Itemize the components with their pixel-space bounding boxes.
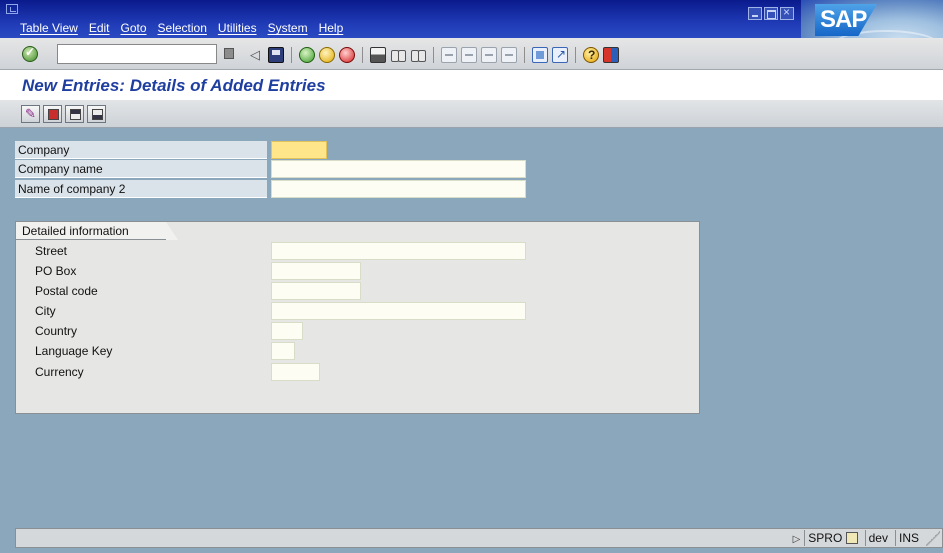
separator	[524, 47, 525, 63]
new-session-icon[interactable]	[532, 47, 548, 63]
close-icon[interactable]	[780, 5, 794, 20]
company-name2-label: Name of company 2	[15, 180, 267, 198]
application-buttons	[21, 105, 106, 123]
sap-logo-text: SAP	[820, 6, 867, 33]
city-label: City	[35, 304, 56, 318]
currency-row: Currency	[16, 363, 686, 381]
previous-entry-icon[interactable]	[65, 105, 84, 123]
command-dropdown-icon[interactable]	[224, 48, 234, 59]
group-title: Detailed information	[16, 222, 178, 240]
status-transaction: SPRO	[804, 530, 860, 546]
layout-icon[interactable]	[603, 47, 619, 63]
next-page-icon[interactable]	[481, 47, 497, 63]
help-icon[interactable]	[583, 47, 599, 63]
company-name2-field[interactable]	[271, 180, 526, 198]
po-box-field[interactable]	[271, 262, 361, 280]
street-field[interactable]	[271, 242, 526, 260]
po-box-label: PO Box	[35, 264, 77, 278]
menu-system[interactable]: System	[268, 21, 308, 35]
menu-selection[interactable]: Selection	[158, 21, 207, 35]
status-mode: INS	[894, 530, 922, 546]
cancel-icon[interactable]	[339, 47, 355, 63]
enter-icon[interactable]	[22, 45, 38, 62]
find-next-icon[interactable]	[410, 47, 426, 63]
separator	[575, 47, 576, 63]
transaction-code: SPRO	[808, 531, 843, 545]
detailed-information-group: Detailed information Street PO Box Posta…	[15, 221, 700, 414]
city-field[interactable]	[271, 302, 526, 320]
country-label: Country	[35, 324, 78, 338]
page-title: New Entries: Details of Added Entries	[22, 76, 326, 95]
back-arrow-icon[interactable]	[248, 47, 264, 63]
language-key-label: Language Key	[35, 344, 113, 358]
application-toolbar	[0, 100, 943, 128]
save-icon[interactable]	[268, 47, 284, 63]
company-field[interactable]	[271, 141, 327, 159]
first-page-icon[interactable]	[441, 47, 457, 63]
po-box-row: PO Box	[16, 262, 686, 280]
menu-goto[interactable]: Goto	[121, 21, 147, 35]
status-info: SPRO dev INS	[793, 530, 940, 546]
command-field[interactable]	[57, 44, 217, 64]
next-entry-icon[interactable]	[87, 105, 106, 123]
company-name-field[interactable]	[271, 160, 526, 178]
status-toggle-icon[interactable]	[793, 531, 801, 545]
resize-grip-icon[interactable]	[926, 530, 940, 546]
toolbar-icons	[248, 46, 619, 64]
country-field[interactable]	[271, 322, 303, 340]
street-label: Street	[35, 244, 68, 258]
postal-code-label: Postal code	[35, 284, 98, 298]
back-icon[interactable]	[299, 47, 315, 63]
separator	[291, 47, 292, 63]
last-page-icon[interactable]	[501, 47, 517, 63]
menu-help[interactable]: Help	[319, 21, 344, 35]
change-icon[interactable]	[21, 105, 40, 123]
city-row: City	[16, 302, 686, 320]
separator	[362, 47, 363, 63]
exit-icon[interactable]	[319, 47, 335, 63]
menu-items: Table View Edit Goto Selection Utilities…	[20, 21, 343, 35]
currency-label: Currency	[35, 365, 84, 379]
status-bar: SPRO dev INS	[15, 528, 943, 548]
session-list-icon[interactable]	[845, 532, 858, 544]
currency-field[interactable]	[271, 363, 320, 381]
print-icon[interactable]	[370, 47, 386, 63]
minimize-icon[interactable]	[748, 7, 762, 20]
menu-table-view[interactable]: Table View	[20, 21, 78, 35]
menu-edit[interactable]: Edit	[89, 21, 110, 35]
language-key-row: Language Key	[16, 342, 686, 360]
details-icon[interactable]	[43, 105, 62, 123]
postal-code-field[interactable]	[271, 282, 361, 300]
system-menu-icon[interactable]	[6, 4, 18, 14]
title-bar: New Entries: Details of Added Entries	[0, 70, 943, 100]
language-key-field[interactable]	[271, 342, 295, 360]
previous-page-icon[interactable]	[461, 47, 477, 63]
company-label: Company	[15, 141, 267, 159]
street-row: Street	[16, 242, 686, 260]
company-name-label: Company name	[15, 160, 267, 178]
window-controls	[748, 5, 794, 20]
shortcut-icon[interactable]	[552, 47, 568, 63]
menu-utilities[interactable]: Utilities	[218, 21, 257, 35]
status-system: dev	[864, 530, 891, 546]
country-row: Country	[16, 322, 686, 340]
maximize-icon[interactable]	[764, 7, 778, 20]
separator	[433, 47, 434, 63]
standard-toolbar	[0, 38, 943, 70]
postal-code-row: Postal code	[16, 282, 686, 300]
find-icon[interactable]	[390, 47, 406, 63]
